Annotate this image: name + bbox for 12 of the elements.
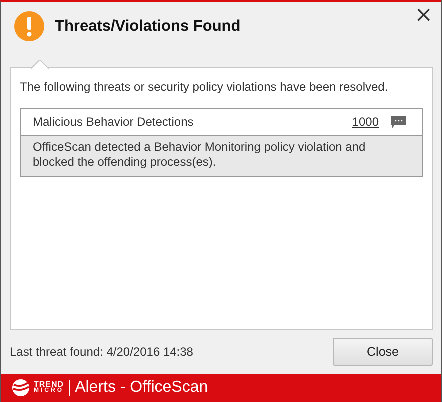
close-button[interactable]: ×	[414, 6, 433, 26]
close-button[interactable]: Close	[333, 338, 433, 366]
bar-title: Alerts - OfficeScan	[75, 378, 208, 397]
last-threat-text: Last threat found: 4/20/2016 14:38	[10, 345, 194, 360]
window-title: Threats/Violations Found	[55, 18, 242, 36]
detection-name: Malicious Behavior Detections	[33, 115, 195, 130]
count-link[interactable]: 1000	[352, 115, 379, 130]
warning-icon	[14, 11, 45, 42]
comment-icon[interactable]	[391, 116, 406, 129]
logo-ball-icon	[12, 378, 30, 397]
summary-text: The following threats or security policy violations have been resolved.	[20, 80, 390, 94]
detection-description: OfficeScan detected a Behavior Monitoring policy violation and blocked the offending process(es).	[21, 135, 422, 176]
